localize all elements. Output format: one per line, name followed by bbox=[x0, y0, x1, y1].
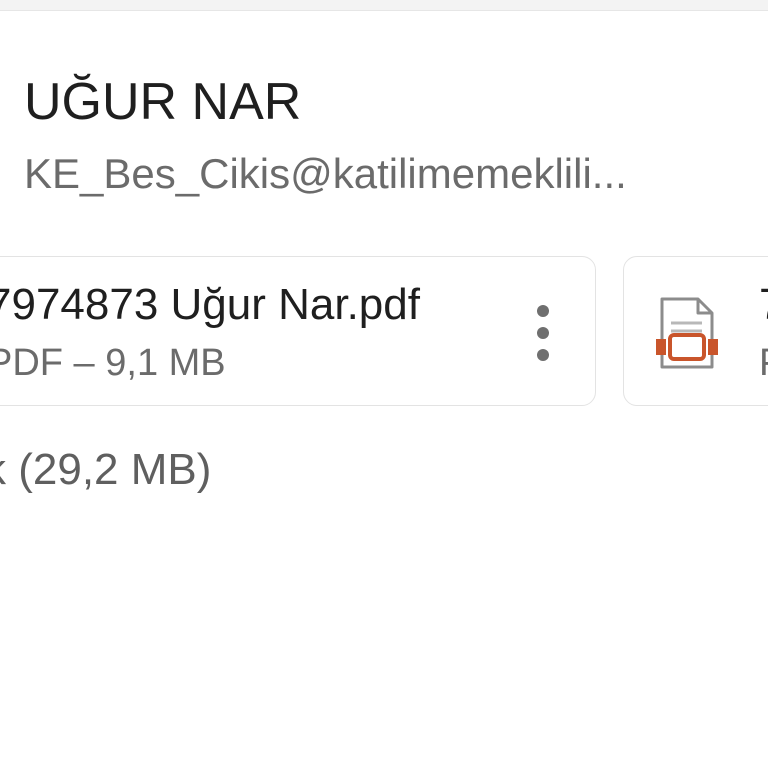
attachment-more-button[interactable] bbox=[523, 293, 563, 373]
top-divider bbox=[0, 0, 768, 11]
presentation-file-icon bbox=[656, 297, 718, 369]
sender-name: UĞUR NAR bbox=[24, 73, 302, 131]
attachment-file-meta: PDF – 9,1 MB bbox=[0, 342, 226, 384]
sender-email-address: KE_Bes_Cikis@katilimemeklili... bbox=[24, 150, 627, 197]
attachment-card-pdf[interactable]: 7974873 Uğur Nar.pdf PDF – 9,1 MB bbox=[0, 256, 596, 406]
attachment-file-name: 7 bbox=[759, 279, 768, 331]
attachments-total-size: k (29,2 MB) bbox=[0, 445, 212, 494]
email-attachments-view: UĞUR NAR KE_Bes_Cikis@katilimemeklili...… bbox=[0, 0, 768, 768]
attachment-card-second[interactable]: 7 P bbox=[623, 256, 768, 406]
attachment-file-name: 7974873 Uğur Nar.pdf bbox=[0, 280, 420, 329]
attachment-file-meta: P bbox=[759, 341, 768, 385]
more-vert-icon bbox=[537, 305, 549, 361]
